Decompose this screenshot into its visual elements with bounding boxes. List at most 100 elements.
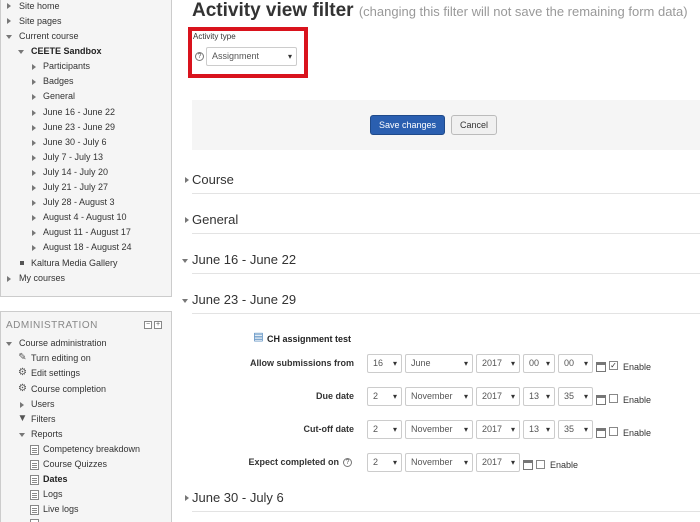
hour-select[interactable]: 00 (523, 354, 555, 373)
report-course-quizzes[interactable]: Course Quizzes (43, 458, 107, 470)
enable-checkbox[interactable] (609, 427, 618, 436)
nav-kaltura-media-gallery[interactable]: Kaltura Media Gallery (31, 257, 118, 269)
expand-icon[interactable] (32, 230, 36, 236)
nav-week[interactable]: July 7 - July 13 (43, 151, 103, 163)
nav-site-home[interactable]: Site home (19, 0, 60, 12)
nav-week[interactable]: June 30 - July 6 (43, 136, 107, 148)
expand-icon[interactable] (32, 64, 36, 70)
expand-icon[interactable] (32, 94, 36, 100)
section-title[interactable]: June 30 - July 6 (192, 490, 284, 505)
enable-checkbox[interactable]: ✓ (609, 361, 618, 370)
admin-course-administration[interactable]: Course administration (19, 337, 107, 349)
hour-select[interactable]: 13 (523, 420, 555, 439)
month-select[interactable]: November (405, 387, 473, 406)
report-logs[interactable]: Logs (43, 488, 63, 500)
year-select[interactable]: 2017 (476, 453, 520, 472)
section-header[interactable] (192, 208, 700, 234)
expand-icon[interactable] (32, 170, 36, 176)
section-title[interactable]: General (192, 212, 238, 227)
collapse-icon[interactable] (6, 35, 12, 39)
admin-reports[interactable]: Reports (31, 428, 63, 440)
day-select[interactable]: 2 (367, 387, 402, 406)
minute-select[interactable]: 35 (558, 420, 593, 439)
expand-icon[interactable] (185, 495, 189, 501)
nav-week[interactable]: June 16 - June 22 (43, 106, 115, 118)
admin-users[interactable]: Users (31, 398, 55, 410)
expand-icon[interactable] (32, 155, 36, 161)
section-title[interactable]: Course (192, 172, 234, 187)
section-title[interactable]: June 16 - June 22 (192, 252, 296, 267)
activity-name[interactable]: CH assignment test (267, 333, 351, 345)
collapse-icon[interactable] (182, 299, 188, 303)
expand-icon[interactable] (32, 245, 36, 251)
expand-icon[interactable] (32, 215, 36, 221)
dock-icon[interactable]: − (144, 321, 152, 329)
help-icon[interactable]: ? (343, 458, 352, 467)
nav-badges[interactable]: Badges (43, 75, 74, 87)
admin-edit-settings[interactable]: Edit settings (31, 367, 80, 379)
expand-icon[interactable] (185, 177, 189, 183)
month-select[interactable]: June (405, 354, 473, 373)
minute-select[interactable]: 35 (558, 387, 593, 406)
collapse-icon[interactable] (18, 50, 24, 54)
month-select[interactable]: November (405, 420, 473, 439)
nav-my-courses[interactable]: My courses (19, 272, 65, 284)
expand-icon[interactable] (32, 125, 36, 131)
nav-participants[interactable]: Participants (43, 60, 90, 72)
minute-select[interactable]: 00 (558, 354, 593, 373)
day-select[interactable]: 16 (367, 354, 402, 373)
month-select[interactable]: November (405, 453, 473, 472)
expand-icon[interactable] (32, 140, 36, 146)
calendar-icon[interactable] (523, 460, 533, 470)
year-select[interactable]: 2017 (476, 387, 520, 406)
expand-icon[interactable] (32, 185, 36, 191)
activity-type-select[interactable]: Assignment (206, 47, 297, 66)
expand-icon[interactable] (7, 18, 11, 24)
expand-icon[interactable] (7, 276, 11, 282)
nav-week[interactable]: June 23 - June 29 (43, 121, 115, 133)
admin-filters[interactable]: Filters (31, 413, 56, 425)
enable-label: Enable (623, 362, 652, 372)
expand-icon[interactable] (20, 402, 24, 408)
nav-site-pages[interactable]: Site pages (19, 15, 62, 27)
help-icon[interactable]: ? (195, 52, 204, 61)
enable-checkbox[interactable] (536, 460, 545, 469)
expand-icon[interactable] (32, 110, 36, 116)
nav-week[interactable]: August 18 - August 24 (43, 241, 132, 253)
nav-week[interactable]: July 21 - July 27 (43, 181, 108, 193)
nav-week[interactable]: August 4 - August 10 (43, 211, 127, 223)
collapse-icon[interactable] (182, 259, 188, 263)
calendar-icon[interactable] (596, 428, 606, 438)
section-title[interactable]: June 23 - June 29 (192, 292, 296, 307)
nav-week[interactable]: July 14 - July 20 (43, 166, 108, 178)
report-competency-breakdown[interactable]: Competency breakdown (43, 443, 140, 455)
report-live-logs[interactable]: Live logs (43, 503, 79, 515)
day-select[interactable]: 2 (367, 420, 402, 439)
enable-checkbox[interactable] (609, 394, 618, 403)
day-select[interactable]: 2 (367, 453, 402, 472)
admin-turn-editing-on[interactable]: Turn editing on (31, 352, 91, 364)
cancel-button[interactable]: Cancel (451, 115, 497, 135)
field-label: Allow submissions from (249, 358, 354, 368)
section-header[interactable] (192, 168, 700, 194)
report-dates[interactable]: Dates (43, 473, 68, 485)
calendar-icon[interactable] (596, 362, 606, 372)
nav-week[interactable]: August 11 - August 17 (43, 226, 131, 238)
nav-current-course[interactable]: Current course (19, 30, 79, 42)
hour-select[interactable]: 13 (523, 387, 555, 406)
expand-icon[interactable] (7, 3, 11, 9)
expand-icon[interactable] (32, 200, 36, 206)
year-select[interactable]: 2017 (476, 420, 520, 439)
save-changes-button[interactable]: Save changes (370, 115, 445, 135)
move-icon[interactable]: + (154, 321, 162, 329)
collapse-icon[interactable] (6, 342, 12, 346)
calendar-icon[interactable] (596, 395, 606, 405)
year-select[interactable]: 2017 (476, 354, 520, 373)
expand-icon[interactable] (185, 217, 189, 223)
nav-general[interactable]: General (43, 90, 75, 102)
nav-course-name[interactable]: CEETE Sandbox (31, 45, 102, 57)
collapse-icon[interactable] (19, 433, 25, 437)
admin-course-completion[interactable]: Course completion (31, 383, 106, 395)
nav-week[interactable]: July 28 - August 3 (43, 196, 115, 208)
expand-icon[interactable] (32, 79, 36, 85)
